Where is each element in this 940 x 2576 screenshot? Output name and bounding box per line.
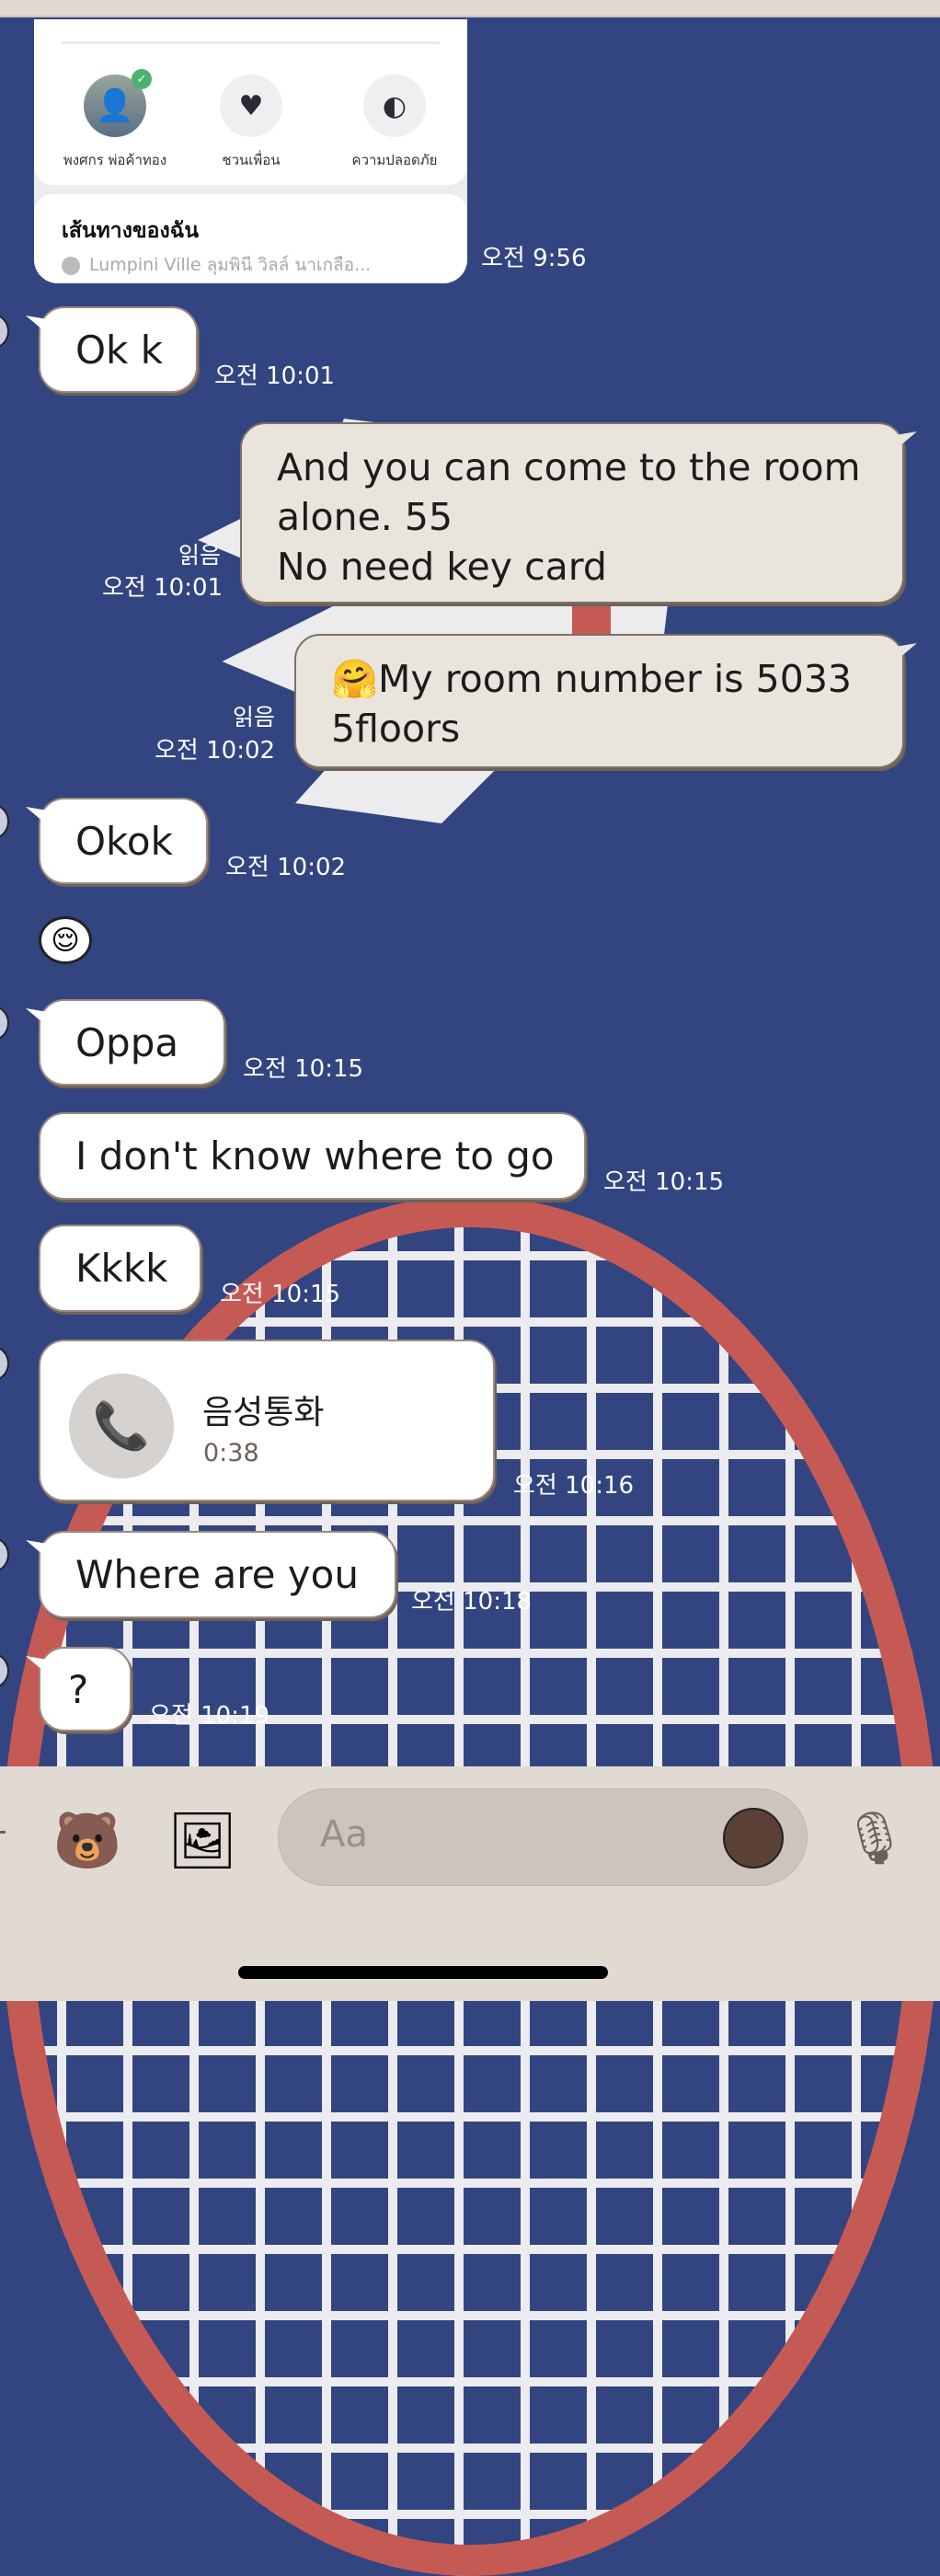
safety-label: ความปลอดภัย [351,152,438,168]
read-receipt: 읽음 [233,704,276,730]
message-time: 오전 10:16 [513,1472,635,1500]
message-bubble[interactable]: ? [39,1647,132,1731]
message-time: 오전 9:56 [481,245,587,272]
message-time: 오전 10:19 [149,1702,270,1730]
sender-avatar[interactable] [0,313,9,350]
sender-avatar[interactable] [0,1005,9,1041]
call-duration: 0:38 [203,1439,259,1467]
home-indicator [238,1966,608,1979]
emoji-bear-icon[interactable] [723,1808,784,1869]
sticker-button[interactable]: 🐻 [41,1794,133,1886]
message-bubble[interactable]: Oppa [39,999,225,1086]
sender-avatar[interactable] [0,1652,9,1689]
invite-friends-label: ชวนเพื่อน [222,152,281,168]
message-bubble[interactable]: 🤗My room number is 5033 5floors [294,634,904,768]
message-time: 오전 10:02 [225,854,347,881]
message-time: 오전 10:15 [603,1168,725,1196]
message-input[interactable]: Aa [278,1788,808,1886]
message-time: 오전 10:15 [243,1055,364,1083]
verified-check-icon: ✓ [132,69,152,89]
message-time: 오전 10:18 [411,1588,533,1616]
message-time: 오전 10:02 [155,737,276,765]
sticker-message[interactable]: 😌 [39,916,92,964]
message-time: 오전 10:15 [220,1281,341,1308]
message-bubble[interactable]: Okok [39,798,208,884]
location-pin-icon [62,257,80,275]
phone-icon: 📞 [69,1374,174,1478]
message-bubble[interactable]: Where are you [39,1531,396,1618]
voice-call-bubble[interactable]: 📞 음성통화 0:38 [39,1340,495,1501]
profile-name: พงศกร พ่อค้าทอง [63,152,167,168]
plus-icon[interactable] [0,1831,6,1834]
photo-button[interactable]: 🖼 [156,1794,248,1886]
shared-card[interactable]: 👤 ✓ พงศกร พ่อค้าทอง ♥ ชวนเพื่อน ◐ ความปลอ… [34,19,467,283]
message-bubble[interactable]: Kkkk [39,1225,201,1312]
message-bubble[interactable]: I don't know where to go [39,1112,586,1200]
my-route-title: เส้นทางของฉัน [62,219,200,243]
sender-avatar[interactable] [0,1536,9,1573]
message-bubble[interactable]: And you can come to the room alone. 55 N… [240,422,904,604]
microphone-icon[interactable]: 🎙 [842,1808,907,1869]
sender-avatar[interactable] [0,803,9,840]
message-time: 오전 10:01 [214,362,336,390]
top-bar [0,0,940,17]
message-bubble[interactable]: Ok k [39,306,198,393]
route-location[interactable]: Lumpini Ville ลุมพินี วิลล์ นาเกลือ... [89,253,371,277]
sender-avatar[interactable] [0,1345,9,1382]
call-title: 음성통화 [202,1394,325,1432]
message-time: 오전 10:01 [102,574,224,602]
input-placeholder: Aa [320,1813,368,1856]
read-receipt: 읽음 [178,542,222,569]
profile-avatar[interactable]: 👤 ✓ [84,69,152,137]
heart-icon[interactable]: ♥ [220,75,282,137]
shield-icon[interactable]: ◐ [363,75,426,137]
divider [62,41,440,44]
